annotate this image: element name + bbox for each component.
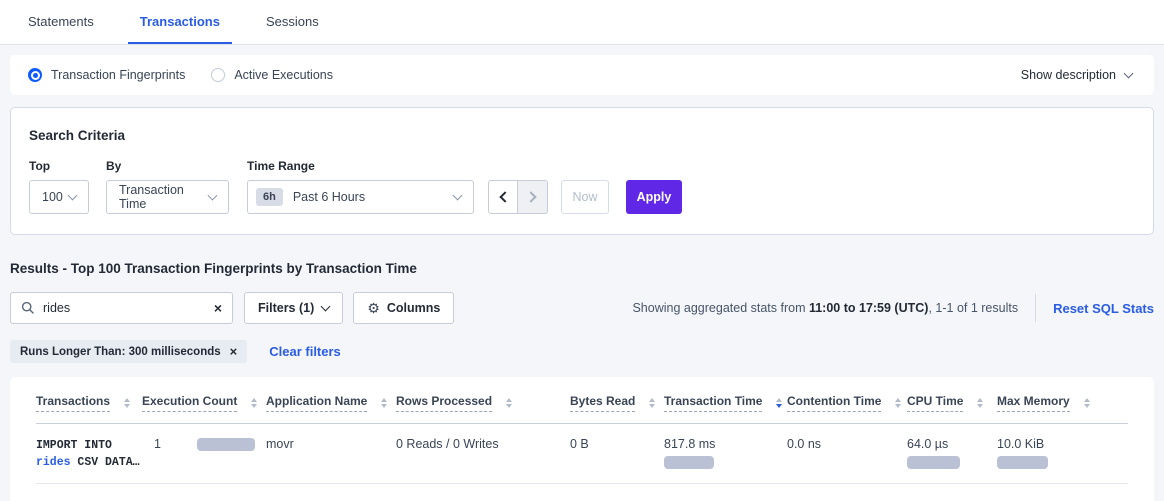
table-header-row: Transactions Execution Count Application…: [36, 377, 1128, 424]
time-range-prev-button[interactable]: [488, 180, 518, 214]
tab-transactions[interactable]: Transactions: [128, 0, 232, 44]
reset-sql-stats-link[interactable]: Reset SQL Stats: [1053, 301, 1154, 316]
search-icon: [21, 301, 35, 315]
column-header-cpu-time[interactable]: CPU Time: [907, 377, 997, 424]
columns-button-label: Columns: [387, 301, 440, 315]
apply-button[interactable]: Apply: [626, 180, 682, 214]
radio-unselected-icon[interactable]: [211, 68, 225, 82]
sort-icon[interactable]: [124, 398, 130, 408]
top-field: Top 100: [29, 159, 89, 214]
time-range-badge: 6h: [256, 188, 283, 206]
radio-transaction-fingerprints[interactable]: Transaction Fingerprints: [28, 68, 185, 82]
filter-chip-label: Runs Longer Than: 300 milliseconds: [20, 346, 221, 358]
transaction-time-bar: [664, 456, 714, 469]
results-table-card: Transactions Execution Count Application…: [10, 377, 1154, 501]
cell-transaction: IMPORT INTO rides CSV DATA…: [36, 424, 142, 484]
time-range-next-button[interactable]: [518, 180, 548, 214]
by-field: By Transaction Time: [89, 159, 229, 214]
cell-bytes-read: 0 B: [570, 424, 664, 484]
top-label: Top: [29, 159, 89, 173]
time-range-label: Time Range: [247, 159, 474, 173]
cell-max-memory: 10.0 KiB: [997, 424, 1128, 484]
sort-icon[interactable]: [381, 398, 387, 408]
time-range-value: Past 6 Hours: [293, 190, 365, 204]
active-filters-row: Runs Longer Than: 300 milliseconds × Cle…: [10, 340, 1154, 363]
sort-icon[interactable]: [1084, 398, 1090, 408]
chevron-down-icon: [1124, 68, 1134, 78]
divider: [1035, 294, 1036, 322]
show-description-toggle[interactable]: Show description: [1021, 68, 1132, 82]
cell-execution-count: 1: [142, 424, 266, 484]
table-row: IMPORT INTO rides CSV DATA… 1 movr 0 Rea…: [36, 424, 1128, 484]
time-range-field: Time Range 6h Past 6 Hours: [229, 159, 474, 214]
cell-transaction-time: 817.8 ms: [664, 424, 787, 484]
chevron-left-icon: [499, 191, 510, 202]
now-button[interactable]: Now: [561, 180, 609, 214]
tab-sessions[interactable]: Sessions: [254, 0, 331, 44]
time-range-select[interactable]: 6h Past 6 Hours: [247, 180, 474, 214]
search-criteria-title: Search Criteria: [29, 128, 1135, 143]
filter-chip[interactable]: Runs Longer Than: 300 milliseconds ×: [10, 340, 247, 363]
radio-label: Active Executions: [234, 68, 333, 82]
transactions-table: Transactions Execution Count Application…: [36, 377, 1128, 484]
sort-icon[interactable]: [895, 398, 901, 408]
chevron-down-icon: [68, 190, 78, 200]
cell-application-name: movr: [266, 424, 396, 484]
aggregated-stats-text: Showing aggregated stats from 11:00 to 1…: [632, 301, 1018, 315]
columns-button[interactable]: ⚙ Columns: [353, 292, 454, 324]
chevron-right-icon: [525, 191, 536, 202]
chevron-down-icon: [321, 301, 331, 311]
remove-filter-icon[interactable]: ×: [230, 345, 238, 358]
max-memory-bar: [997, 456, 1048, 469]
column-header-rows-processed[interactable]: Rows Processed: [396, 377, 570, 424]
results-controls: × Filters (1) ⚙ Columns Showing aggregat…: [10, 292, 1154, 324]
gear-icon: ⚙: [367, 301, 380, 315]
radio-label: Transaction Fingerprints: [51, 68, 185, 82]
filters-button-label: Filters (1): [258, 301, 314, 315]
column-header-max-memory[interactable]: Max Memory: [997, 377, 1128, 424]
cell-contention-time: 0.0 ns: [787, 424, 907, 484]
by-select-value: Transaction Time: [119, 183, 209, 211]
sort-icon[interactable]: [251, 398, 257, 408]
chevron-down-icon: [453, 190, 463, 200]
sort-icon-active[interactable]: [776, 398, 782, 408]
results-search-input[interactable]: [43, 301, 214, 315]
search-criteria-panel: Search Criteria Top 100 By Transaction T…: [10, 107, 1154, 235]
cell-rows-processed: 0 Reads / 0 Writes: [396, 424, 570, 484]
cpu-time-bar: [907, 456, 960, 469]
show-description-label: Show description: [1021, 68, 1116, 82]
column-header-application-name[interactable]: Application Name: [266, 377, 396, 424]
execution-count-bar: [197, 438, 255, 451]
results-search-box[interactable]: ×: [10, 292, 233, 324]
column-header-transaction-time[interactable]: Transaction Time: [664, 377, 787, 424]
top-select-value: 100: [42, 190, 63, 204]
by-select[interactable]: Transaction Time: [106, 180, 229, 214]
page-tabbar: Statements Transactions Sessions: [0, 0, 1164, 45]
column-header-transactions[interactable]: Transactions: [36, 377, 142, 424]
sort-icon[interactable]: [506, 398, 512, 408]
top-select[interactable]: 100: [29, 180, 89, 214]
results-heading: Results - Top 100 Transaction Fingerprin…: [10, 261, 1154, 276]
sort-icon[interactable]: [649, 398, 655, 408]
sort-icon[interactable]: [977, 398, 983, 408]
clear-filters-link[interactable]: Clear filters: [269, 344, 341, 359]
column-header-bytes-read[interactable]: Bytes Read: [570, 377, 664, 424]
time-range-arrows: [488, 180, 548, 214]
filters-button[interactable]: Filters (1): [244, 292, 343, 324]
radio-active-executions[interactable]: Active Executions: [211, 68, 333, 82]
column-header-contention-time[interactable]: Contention Time: [787, 377, 907, 424]
clear-search-icon[interactable]: ×: [214, 301, 222, 315]
by-label: By: [106, 159, 229, 173]
stats-group: Showing aggregated stats from 11:00 to 1…: [632, 294, 1154, 322]
column-header-execution-count[interactable]: Execution Count: [142, 377, 266, 424]
view-toggle-bar: Transaction Fingerprints Active Executio…: [10, 55, 1154, 95]
tab-statements[interactable]: Statements: [16, 0, 106, 44]
transaction-fingerprint-link[interactable]: rides: [36, 456, 71, 469]
radio-selected-icon[interactable]: [28, 68, 42, 82]
cell-cpu-time: 64.0 µs: [907, 424, 997, 484]
